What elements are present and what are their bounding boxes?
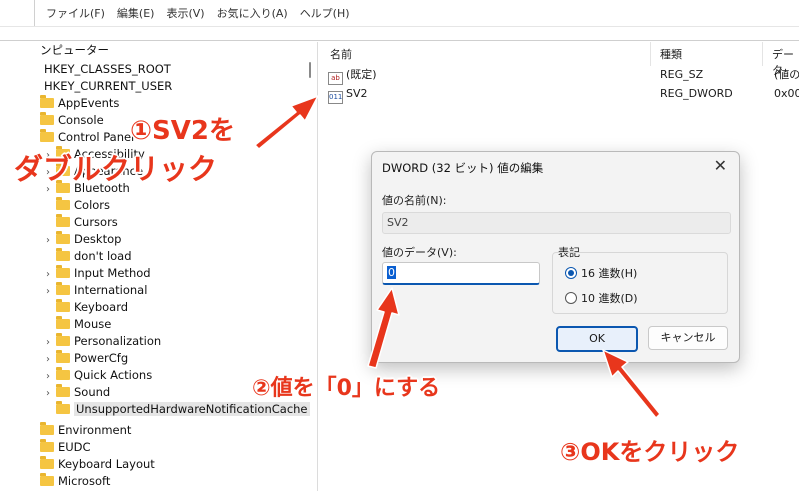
folder-icon [56,384,70,397]
folder-icon [56,197,70,210]
chevron-right-icon[interactable]: › [46,283,56,300]
folder-icon [56,214,70,227]
value-data: (値の [774,68,799,81]
radio-decimal[interactable]: 10 進数(D) [565,290,638,306]
value-type: REG_SZ [660,68,704,81]
annotation-step1-line2: ダブルクリック [14,152,218,186]
address-divider [0,40,799,41]
folder-icon [56,265,70,278]
column-separator[interactable] [650,42,651,66]
folder-icon [56,248,70,261]
tree-item-appevents[interactable]: AppEvents [40,95,119,112]
tree-item-dont-load[interactable]: don't load [46,248,132,265]
chevron-right-icon[interactable]: › [46,351,56,368]
tree-item-quick-actions[interactable]: › Quick Actions [46,367,152,384]
value-data: 0x000 [774,87,799,100]
folder-icon [40,473,54,486]
tree-item-colors[interactable]: Colors [46,197,110,214]
tree-item-input-method[interactable]: › Input Method [46,265,151,282]
tree-item-unsupported-hardware-notification-cache[interactable]: UnsupportedHardwareNotificationCache [46,401,310,418]
tree-scrollbar[interactable] [309,62,311,78]
folder-icon [56,231,70,244]
tree-item-cursors[interactable]: Cursors [46,214,118,231]
tree-hkey-classes-root[interactable]: HKEY_CLASSES_ROOT [44,61,171,78]
radio-selected-icon [565,267,577,279]
tree-item-keyboard[interactable]: Keyboard [46,299,128,316]
folder-icon [56,350,70,363]
menu-items: ファイル(F) 編集(E) 表示(V) お気に入り(A) ヘルプ(H) [46,5,350,21]
binary-value-icon: 011 [328,91,343,104]
tree-item-personalization[interactable]: › Personalization [46,333,161,350]
tree-item-desktop[interactable]: › Desktop [46,231,121,248]
folder-icon [40,439,54,452]
annotation-step1-line1: ①SV2を [130,116,235,146]
value-data-text: 0 [387,266,396,279]
dialog-title: DWORD (32 ビット) 値の編集 [382,161,544,175]
column-separator[interactable] [762,42,763,66]
folder-icon [40,129,54,142]
menu-edit[interactable]: 編集(E) [117,5,155,21]
folder-icon [40,422,54,435]
value-row-sv2[interactable]: 011 SV2 [328,85,368,104]
folder-icon [56,333,70,346]
value-data-input[interactable]: 0 [382,262,540,285]
menu-help[interactable]: ヘルプ(H) [300,5,350,21]
column-header-name[interactable]: 名前 [330,46,352,62]
folder-icon [56,316,70,329]
value-name-label: 値の名前(N): [382,194,447,207]
chevron-right-icon[interactable]: › [46,385,56,402]
tree-item-control-panel[interactable]: Control Panel [40,129,134,146]
tree-item-international[interactable]: › International [46,282,147,299]
folder-icon [56,401,70,414]
close-icon[interactable]: ✕ [714,156,727,175]
tree-item-microsoft[interactable]: Microsoft [40,473,110,490]
value-data-label: 値のデータ(V): [382,246,457,259]
radio-unselected-icon [565,292,577,304]
tree-item-eudc[interactable]: EUDC [40,439,91,456]
tree-item-sound[interactable]: › Sound [46,384,110,401]
tree-hkey-current-user[interactable]: HKEY_CURRENT_USER [44,78,172,95]
folder-icon [40,112,54,125]
radix-group: 16 進数(H) 10 進数(D) [552,252,728,314]
ok-button[interactable]: OK [556,326,638,352]
folder-icon [56,299,70,312]
folder-icon [40,95,54,108]
annotation-step2: ②値を「0」にする [252,376,441,401]
tree-item-environment[interactable]: Environment [40,422,131,439]
chevron-right-icon[interactable]: › [46,334,56,351]
folder-icon [56,282,70,295]
tree-root-computer[interactable]: ンピューター [40,42,109,59]
annotation-step3: ③OKをクリック [560,438,740,466]
menu-favorites[interactable]: お気に入り(A) [217,5,288,21]
tree-item-keyboard-layout[interactable]: Keyboard Layout [40,456,155,473]
window-frame-edge [34,0,35,26]
folder-icon [56,367,70,380]
tree-item-console[interactable]: Console [40,112,104,129]
chevron-right-icon[interactable]: › [46,232,56,249]
tree-item-powercfg[interactable]: › PowerCfg [46,350,128,367]
menu-bar: ファイル(F) 編集(E) 表示(V) お気に入り(A) ヘルプ(H) [0,0,799,27]
string-value-icon: ab [328,72,343,85]
value-name-field: SV2 [382,212,731,234]
column-header-type[interactable]: 種類 [660,46,682,62]
tree-item-mouse[interactable]: Mouse [46,316,111,333]
radio-hexadecimal[interactable]: 16 進数(H) [565,265,637,281]
menu-file[interactable]: ファイル(F) [46,5,105,21]
value-type: REG_DWORD [660,87,733,100]
edit-dword-dialog: DWORD (32 ビット) 値の編集 ✕ 値の名前(N): SV2 値のデータ… [371,151,740,363]
chevron-right-icon[interactable]: › [46,368,56,385]
cancel-button[interactable]: キャンセル [648,326,728,350]
folder-icon [40,456,54,469]
chevron-right-icon[interactable]: › [46,266,56,283]
menu-view[interactable]: 表示(V) [166,5,204,21]
value-row-default[interactable]: ab (既定) [328,66,377,85]
